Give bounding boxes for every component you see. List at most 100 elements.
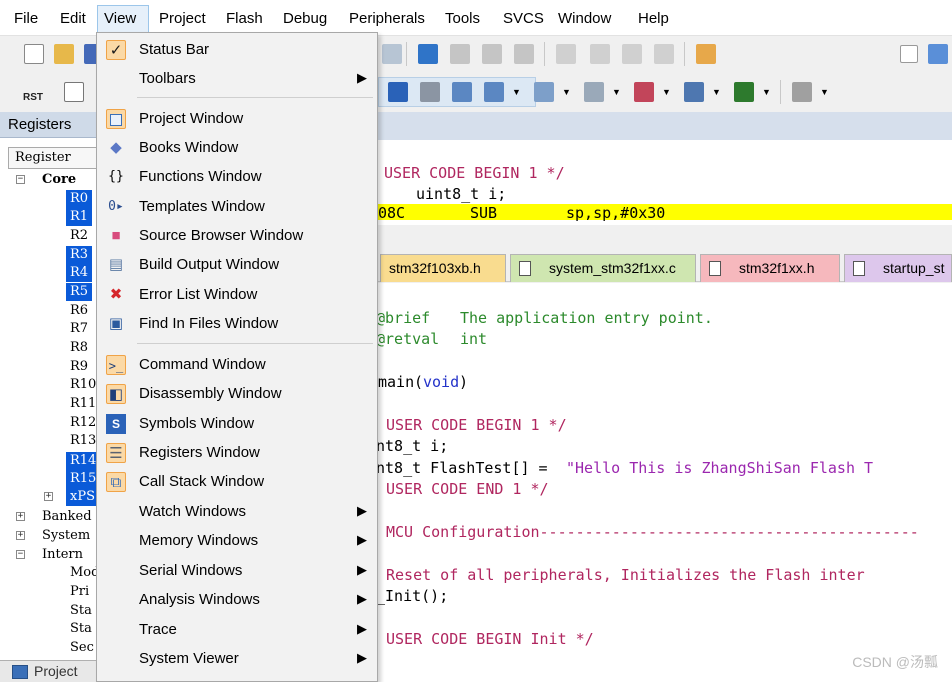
bookmark-prev-icon[interactable] [450, 44, 470, 64]
registers-toolbar-icon[interactable] [420, 82, 440, 102]
bookmark-clear-icon[interactable] [514, 44, 534, 64]
system-viewer-toolbar-icon[interactable] [734, 82, 754, 102]
menu-item-system-viewer[interactable]: System Viewer ▶ [97, 645, 375, 674]
menu-item-serial-windows[interactable]: Serial Windows ▶ [97, 557, 375, 586]
expand-icon[interactable]: + [16, 512, 25, 521]
menu-file[interactable]: File [14, 10, 38, 27]
register-group-internal[interactable]: Intern [42, 546, 83, 564]
find-in-files-toolbar-icon[interactable] [696, 44, 716, 64]
register-xpsr[interactable]: xPS [66, 488, 99, 506]
menu-item-status-bar[interactable]: ✓ Status Bar [97, 36, 375, 65]
register-r0[interactable]: R0 [66, 190, 93, 208]
register-r5[interactable]: R5 [66, 283, 93, 301]
register-group-banked[interactable]: Banked [42, 508, 92, 526]
register-r6[interactable]: R6 [70, 302, 88, 320]
menu-item-find-in-files-window[interactable]: ▣ Find In Files Window [97, 310, 375, 339]
serial-toolbar-icon[interactable] [584, 82, 604, 102]
symbols-toolbar-icon[interactable] [388, 82, 408, 102]
nav-forward-icon[interactable] [382, 44, 402, 64]
unindent-icon[interactable] [590, 44, 610, 64]
register-column-header[interactable]: Register [8, 147, 100, 169]
menu-item-functions-window[interactable]: {} Functions Window [97, 163, 375, 192]
menu-item-command-window[interactable]: >_ Command Window [97, 351, 375, 380]
indent-icon[interactable] [556, 44, 576, 64]
menu-item-trace[interactable]: Trace ▶ [97, 616, 375, 645]
register-r3[interactable]: R3 [66, 246, 93, 264]
menu-peripherals[interactable]: Peripherals [349, 10, 425, 27]
menu-item-symbols-window[interactable]: S Symbols Window [97, 410, 375, 439]
menu-help[interactable]: Help [638, 10, 669, 27]
dropdown-arrow-icon[interactable]: ▼ [762, 87, 771, 97]
menu-item-error-list-window[interactable]: ✖ Error List Window [97, 281, 375, 310]
menu-item-disassembly-window[interactable]: ◧ Disassembly Window [97, 380, 375, 409]
tab-stm32f1xx-h[interactable]: stm32f1xx.h [700, 254, 840, 282]
menu-edit[interactable]: Edit [60, 10, 86, 27]
register-r8[interactable]: R8 [70, 339, 88, 357]
run-to-cursor-icon[interactable] [64, 82, 84, 102]
menu-item-templates-window[interactable]: 0▸ Templates Window [97, 193, 375, 222]
dropdown-arrow-icon[interactable]: ▼ [612, 87, 621, 97]
menu-item-memory-windows[interactable]: Memory Windows ▶ [97, 527, 375, 556]
uncomment-icon[interactable] [654, 44, 674, 64]
menu-item-books-window[interactable]: ◆ Books Window [97, 134, 375, 163]
register-r7[interactable]: R7 [70, 320, 88, 338]
register-group-core[interactable]: Core [42, 171, 76, 189]
dropdown-arrow-icon[interactable]: ▼ [562, 87, 571, 97]
register-internal-item[interactable]: Sta [70, 620, 92, 638]
menu-flash[interactable]: Flash [226, 10, 263, 27]
tab-startup[interactable]: startup_st [844, 254, 952, 282]
menu-project[interactable]: Project [159, 10, 206, 27]
expand-icon[interactable]: + [16, 531, 25, 540]
register-r9[interactable]: R9 [70, 358, 88, 376]
dropdown-arrow-icon[interactable]: ▼ [712, 87, 721, 97]
menu-item-watch-windows[interactable]: Watch Windows ▶ [97, 498, 375, 527]
menu-item-analysis-windows[interactable]: Analysis Windows ▶ [97, 586, 375, 615]
menu-window[interactable]: Window [558, 10, 611, 27]
memory-toolbar-icon[interactable] [534, 82, 554, 102]
register-r4[interactable]: R4 [66, 264, 93, 282]
register-group-system[interactable]: System [42, 527, 90, 545]
menu-item-build-output-window[interactable]: ▤ Build Output Window [97, 251, 375, 280]
watch-toolbar-icon[interactable] [484, 82, 504, 102]
register-internal-item[interactable]: Sec [70, 639, 94, 657]
expand-icon[interactable]: + [44, 492, 53, 501]
bookmark-next-icon[interactable] [482, 44, 502, 64]
collapse-icon[interactable]: − [16, 175, 25, 184]
tab-system-stm32f1xx-c[interactable]: system_stm32f1xx.c [510, 254, 696, 282]
dropdown-arrow-icon[interactable]: ▼ [662, 87, 671, 97]
tools-toolbar-icon[interactable] [792, 82, 812, 102]
menu-item-registers-window[interactable]: ☰ Registers Window [97, 439, 375, 468]
menu-svcs[interactable]: SVCS [503, 10, 544, 27]
reset-icon[interactable]: RST [20, 79, 46, 105]
search-icon[interactable] [928, 44, 948, 64]
register-r12[interactable]: R12 [70, 414, 96, 432]
source-editor[interactable]: @brief The application entry point. @ret… [376, 283, 952, 682]
register-r13[interactable]: R13 [70, 432, 96, 450]
collapse-icon[interactable]: − [16, 550, 25, 559]
dropdown-arrow-icon[interactable]: ▼ [820, 87, 829, 97]
new-file-icon[interactable] [24, 44, 44, 64]
menu-tools[interactable]: Tools [445, 10, 480, 27]
register-r11[interactable]: R11 [70, 395, 96, 413]
register-internal-item[interactable]: Sta [70, 602, 92, 620]
menu-item-toolbars[interactable]: Toolbars ▶ [97, 65, 375, 94]
register-r10[interactable]: R10 [70, 376, 96, 394]
register-r1[interactable]: R1 [66, 208, 93, 226]
menu-item-call-stack-window[interactable]: ⧉ Call Stack Window [97, 468, 375, 497]
bookmark-icon[interactable] [418, 44, 438, 64]
menu-item-project-window[interactable]: Project Window [97, 105, 375, 134]
comment-icon[interactable] [622, 44, 642, 64]
register-internal-item[interactable]: Pri [70, 583, 89, 601]
register-r2[interactable]: R2 [70, 227, 88, 245]
dropdown-arrow-icon[interactable] [900, 45, 918, 63]
trace-toolbar-icon[interactable] [684, 82, 704, 102]
analysis-toolbar-icon[interactable] [634, 82, 654, 102]
dropdown-arrow-icon[interactable]: ▼ [512, 87, 521, 97]
callstack-toolbar-icon[interactable] [452, 82, 472, 102]
project-tab[interactable]: Project [0, 660, 96, 682]
open-folder-icon[interactable] [54, 44, 74, 64]
menu-debug[interactable]: Debug [283, 10, 327, 27]
menu-view[interactable]: View [97, 5, 149, 33]
menu-item-source-browser-window[interactable]: ■ Source Browser Window [97, 222, 375, 251]
tab-stm32f103xb-h[interactable]: stm32f103xb.h [380, 254, 506, 282]
